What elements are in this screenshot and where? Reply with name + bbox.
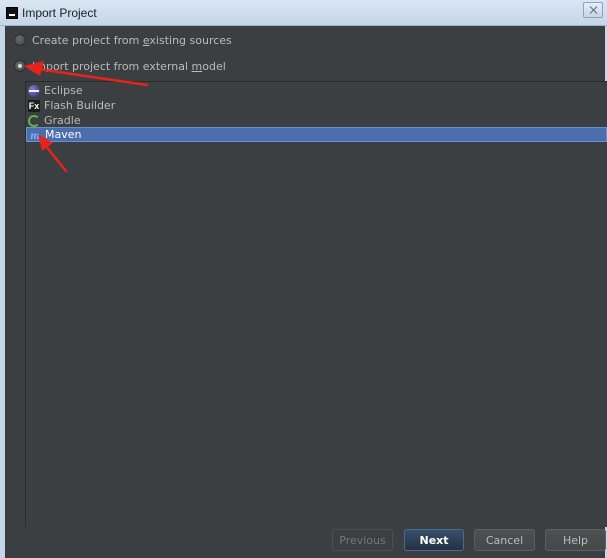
model-item-label: Eclipse: [44, 84, 83, 97]
import-from-model-label[interactable]: Import project from external model: [32, 60, 226, 73]
model-item-flash-builder[interactable]: Fx Flash Builder: [26, 98, 607, 113]
help-button[interactable]: Help: [545, 529, 606, 551]
window-title: Import Project: [22, 6, 97, 20]
model-item-gradle[interactable]: Gradle: [26, 113, 607, 128]
create-from-sources-radio[interactable]: [14, 34, 26, 46]
title-bar: Import Project: [0, 0, 607, 26]
next-button[interactable]: Next: [404, 529, 464, 551]
flash-builder-icon: Fx: [28, 99, 40, 112]
window-frame-left: [0, 26, 5, 558]
import-from-model-option[interactable]: Import project from external model: [14, 58, 226, 74]
create-from-sources-option[interactable]: Create project from existing sources: [14, 32, 232, 48]
model-item-maven[interactable]: m Maven: [26, 127, 607, 142]
import-from-model-radio[interactable]: [14, 60, 26, 72]
intellij-app-icon: [6, 7, 18, 19]
cancel-button[interactable]: Cancel: [474, 529, 535, 551]
close-icon[interactable]: [583, 2, 603, 18]
model-item-label: Flash Builder: [44, 99, 116, 112]
external-model-list[interactable]: Eclipse Fx Flash Builder Gradle m Maven: [25, 81, 607, 527]
maven-icon: m: [30, 127, 40, 142]
model-item-label: Gradle: [44, 114, 81, 127]
previous-button[interactable]: Previous: [332, 529, 393, 551]
gradle-icon: [28, 114, 40, 127]
eclipse-icon: [28, 84, 40, 97]
model-item-eclipse[interactable]: Eclipse: [26, 83, 607, 98]
model-item-label: Maven: [45, 128, 82, 141]
create-from-sources-label[interactable]: Create project from existing sources: [32, 34, 232, 47]
